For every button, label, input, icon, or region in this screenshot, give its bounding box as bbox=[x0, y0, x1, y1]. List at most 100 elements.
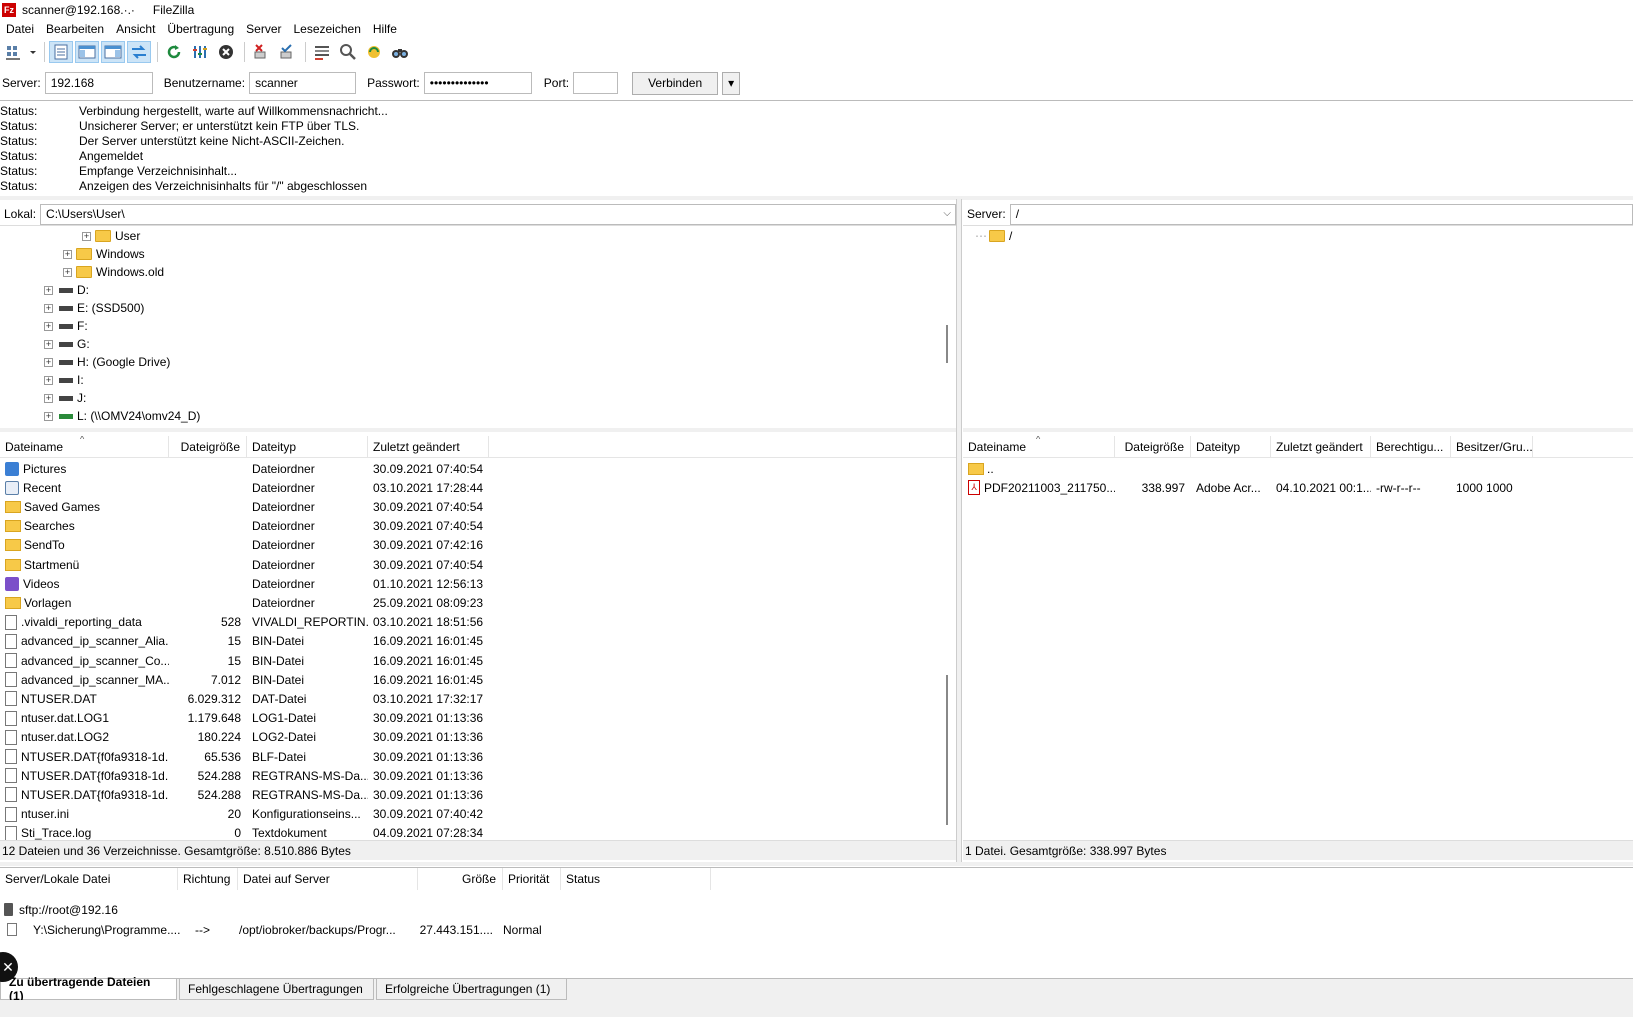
splitter-horizontal[interactable] bbox=[0, 196, 1633, 200]
reconnect-icon[interactable] bbox=[275, 41, 299, 63]
col-permissions[interactable]: Berechtigu... bbox=[1371, 435, 1451, 458]
col-filename[interactable]: Dateiname ^ bbox=[0, 435, 169, 458]
menu-uebertragung[interactable]: Übertragung bbox=[161, 22, 240, 36]
col-local-file[interactable]: Server/Lokale Datei bbox=[0, 868, 178, 890]
connect-button[interactable]: Verbinden bbox=[632, 71, 719, 95]
tree-item-root[interactable]: ⋯ / bbox=[975, 227, 1012, 245]
local-tree-scrollbar[interactable] bbox=[946, 325, 948, 363]
expand-icon[interactable]: + bbox=[63, 267, 72, 277]
local-file-row[interactable]: Searches Dateiordner 30.09.2021 07:40:54 bbox=[0, 517, 489, 536]
col-size[interactable]: Größe bbox=[418, 868, 503, 890]
toggle-message-log-icon[interactable] bbox=[49, 40, 73, 63]
local-file-row[interactable]: NTUSER.DAT{f0fa9318-1d... 65.536 BLF-Datei… bbox=[0, 747, 489, 766]
tree-item-windows-old[interactable]: + Windows.old bbox=[63, 263, 164, 281]
col-filetype[interactable]: Dateityp bbox=[1191, 435, 1271, 458]
menu-lesezeichen[interactable]: Lesezeichen bbox=[287, 22, 366, 36]
toggle-remote-tree-icon[interactable] bbox=[101, 40, 125, 63]
col-filesize[interactable]: Dateigröße bbox=[1115, 435, 1191, 458]
local-file-row[interactable]: Vorlagen Dateiordner 25.09.2021 08:09:23 bbox=[0, 593, 489, 612]
remote-file-row[interactable]: .. bbox=[963, 459, 1533, 478]
local-file-row[interactable]: NTUSER.DAT{f0fa9318-1d... 524.288 REGTRANS… bbox=[0, 766, 489, 785]
local-file-row[interactable]: NTUSER.DAT 6.029.312 DAT-Datei 03.10.2021 1… bbox=[0, 689, 489, 708]
local-file-row[interactable]: .vivaldi_reporting_data 528 VIVALDI_REPORT… bbox=[0, 613, 489, 632]
expand-icon[interactable]: + bbox=[44, 339, 53, 349]
cancel-icon[interactable] bbox=[214, 41, 238, 63]
local-file-row[interactable]: SendTo Dateiordner 30.09.2021 07:42:16 bbox=[0, 536, 489, 555]
expand-icon[interactable]: + bbox=[63, 249, 72, 259]
local-file-row[interactable]: Pictures Dateiordner 30.09.2021 07:40:54 bbox=[0, 459, 489, 478]
tree-item-user[interactable]: + User bbox=[82, 227, 140, 245]
port-input[interactable] bbox=[573, 72, 619, 94]
compare-icon[interactable] bbox=[362, 41, 386, 63]
local-file-row[interactable]: advanced_ip_scanner_Co... 15 BIN-Datei 16.0… bbox=[0, 651, 489, 670]
toggle-local-tree-icon[interactable] bbox=[75, 40, 99, 63]
remote-path-input[interactable]: / bbox=[1009, 203, 1633, 225]
process-queue-icon[interactable] bbox=[188, 41, 212, 63]
site-manager-icon[interactable] bbox=[2, 41, 26, 63]
tree-item-drive-e[interactable]: + E: (SSD500) bbox=[44, 299, 144, 317]
password-input[interactable]: •••••••••••••• bbox=[423, 72, 532, 94]
dropdown-arrow-icon[interactable] bbox=[28, 41, 38, 63]
local-file-row[interactable]: advanced_ip_scanner_MA... 7.012 BIN-Datei 1… bbox=[0, 670, 489, 689]
splitter-horizontal-local[interactable] bbox=[0, 428, 956, 432]
col-filetype[interactable]: Dateityp bbox=[247, 435, 368, 458]
col-filesize[interactable]: Dateigröße bbox=[169, 435, 247, 458]
col-priority[interactable]: Priorität bbox=[503, 868, 561, 890]
refresh-icon[interactable] bbox=[162, 41, 186, 63]
search-icon[interactable] bbox=[388, 41, 412, 63]
splitter-vertical[interactable] bbox=[956, 199, 962, 862]
tree-item-drive-h[interactable]: + H: (Google Drive) bbox=[44, 353, 170, 371]
sync-browsing-icon[interactable] bbox=[336, 41, 360, 63]
local-list-scrollbar[interactable] bbox=[946, 675, 948, 825]
expand-icon[interactable]: + bbox=[44, 357, 53, 367]
local-file-row[interactable]: Recent Dateiordner 03.10.2021 17:28:44 bbox=[0, 478, 489, 497]
expand-icon[interactable]: + bbox=[44, 375, 53, 385]
col-direction[interactable]: Richtung bbox=[178, 868, 238, 890]
queue-item-row[interactable]: Y:\Sicherung\Programme.... --> /opt/iobr… bbox=[7, 920, 707, 939]
local-file-row[interactable]: ntuser.dat.LOG2 180.224 LOG2-Datei 30.09.20… bbox=[0, 728, 489, 747]
tab-queued-files[interactable]: Zu übertragende Dateien (1) bbox=[0, 975, 177, 1003]
chevron-down-icon[interactable]: ⌵ bbox=[943, 208, 951, 219]
menu-bearbeiten[interactable]: Bearbeiten bbox=[40, 22, 110, 36]
queue-server-row[interactable]: sftp://root@192.16 bbox=[4, 900, 118, 919]
local-file-row[interactable]: ntuser.dat.LOG1 1.179.648 LOG1-Datei 30.09.… bbox=[0, 709, 489, 728]
col-remote-file[interactable]: Datei auf Server bbox=[238, 868, 418, 890]
local-file-row[interactable]: advanced_ip_scanner_Alia... 15 BIN-Datei 16… bbox=[0, 632, 489, 651]
local-path-input[interactable]: C:\Users\User\ ⌵ bbox=[40, 203, 956, 225]
local-file-row[interactable]: ntuser.ini 20 Konfigurationseins... 30.09.2… bbox=[0, 805, 489, 824]
username-input[interactable]: scanner bbox=[249, 72, 357, 94]
tree-item-drive-d[interactable]: + D: bbox=[44, 281, 89, 299]
remote-file-row[interactable]: ⅄ PDF20211003_211750.... 338.997 Adobe Acr.… bbox=[963, 478, 1533, 497]
server-input[interactable]: 192.168 bbox=[44, 72, 153, 94]
menu-hilfe[interactable]: Hilfe bbox=[367, 22, 403, 36]
expand-icon[interactable]: + bbox=[44, 411, 53, 421]
tree-item-drive-g[interactable]: + G: bbox=[44, 335, 90, 353]
directory-filter-icon[interactable] bbox=[310, 41, 334, 63]
disconnect-icon[interactable] bbox=[249, 41, 273, 63]
local-file-row[interactable]: Videos Dateiordner 01.10.2021 12:56:13 bbox=[0, 574, 489, 593]
menu-server[interactable]: Server bbox=[240, 22, 287, 36]
tree-item-drive-j[interactable]: + J: bbox=[44, 389, 86, 407]
tree-item-drive-i[interactable]: + I: bbox=[44, 371, 84, 389]
toggle-transfer-queue-icon[interactable] bbox=[127, 40, 151, 63]
menu-datei[interactable]: Datei bbox=[0, 22, 40, 36]
menu-ansicht[interactable]: Ansicht bbox=[110, 22, 161, 36]
tab-failed-transfers[interactable]: Fehlgeschlagene Übertragungen bbox=[179, 979, 374, 1000]
tree-item-drive-l[interactable]: + L: (\\OMV24\omv24_D) bbox=[44, 407, 200, 425]
local-file-row[interactable]: NTUSER.DAT{f0fa9318-1d... 524.288 REGTRANS… bbox=[0, 785, 489, 804]
expand-icon[interactable]: + bbox=[44, 321, 53, 331]
col-modified[interactable]: Zuletzt geändert bbox=[1271, 435, 1371, 458]
col-owner[interactable]: Besitzer/Gru... bbox=[1451, 435, 1533, 458]
col-modified[interactable]: Zuletzt geändert bbox=[368, 435, 489, 458]
tree-item-drive-f[interactable]: + F: bbox=[44, 317, 88, 335]
local-file-row[interactable]: Saved Games Dateiordner 30.09.2021 07:40:5… bbox=[0, 497, 489, 516]
tree-item-windows[interactable]: + Windows bbox=[63, 245, 145, 263]
expand-icon[interactable]: + bbox=[44, 285, 53, 295]
col-status[interactable]: Status bbox=[561, 868, 711, 890]
quickconnect-dropdown-icon[interactable]: ▾ bbox=[722, 71, 741, 95]
splitter-horizontal-queue[interactable] bbox=[0, 862, 1633, 866]
local-file-row[interactable]: Startmenü Dateiordner 30.09.2021 07:40:54 bbox=[0, 555, 489, 574]
splitter-horizontal-remote[interactable] bbox=[963, 428, 1633, 432]
tab-successful-transfers[interactable]: Erfolgreiche Übertragungen (1) bbox=[376, 979, 567, 1000]
expand-icon[interactable]: + bbox=[82, 231, 91, 241]
